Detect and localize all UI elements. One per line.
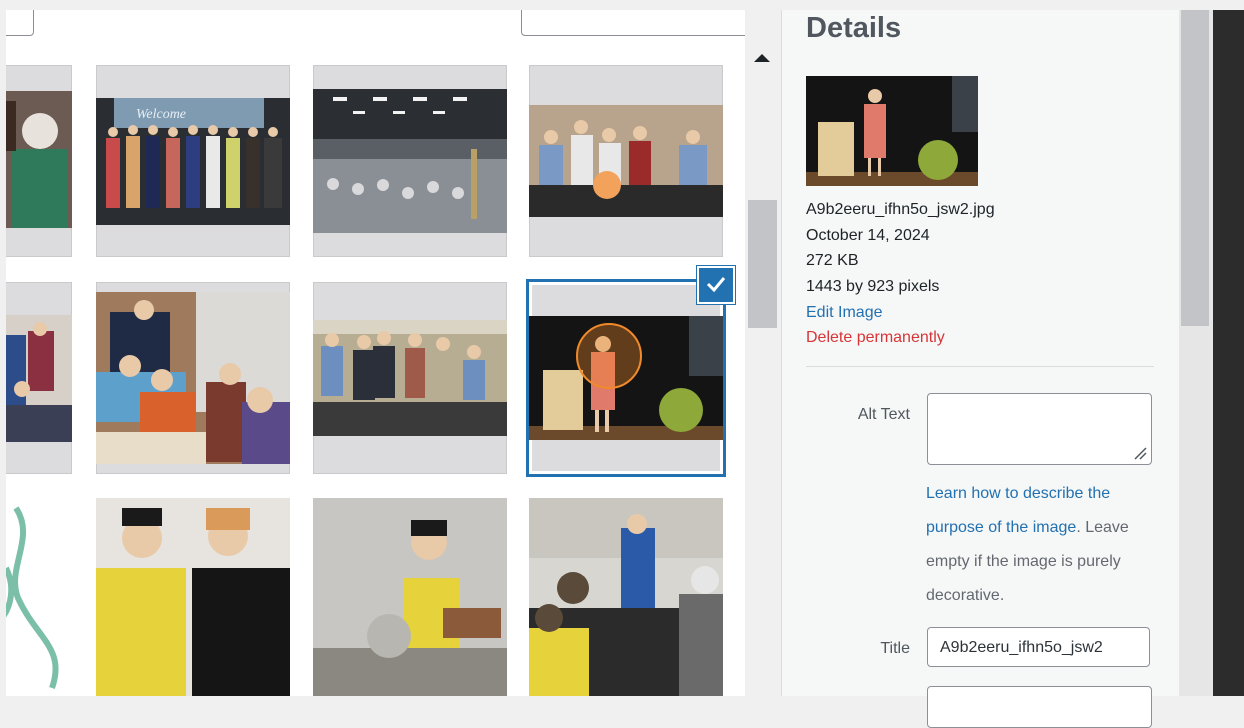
delete-permanently-link[interactable]: Delete permanently bbox=[806, 329, 945, 347]
photo-thumbnail: Welcome bbox=[96, 98, 290, 225]
media-item[interactable] bbox=[96, 282, 290, 474]
media-item[interactable] bbox=[313, 282, 507, 474]
photo-thumbnail bbox=[96, 498, 290, 696]
photo-thumbnail bbox=[529, 498, 723, 696]
upload-date: October 14, 2024 bbox=[806, 227, 930, 244]
media-grid-area: Welcome bbox=[6, 10, 745, 696]
photo-thumbnail bbox=[313, 89, 507, 233]
media-type-filter[interactable] bbox=[6, 10, 34, 36]
media-item[interactable] bbox=[529, 498, 723, 696]
resize-handle-icon[interactable] bbox=[1133, 446, 1147, 460]
top-strip bbox=[0, 0, 1244, 10]
photo-thumbnail bbox=[96, 292, 290, 464]
title-field[interactable]: A9b2eeru_ifhn5o_jsw2 bbox=[927, 627, 1150, 667]
welcome-sign-text: Welcome bbox=[136, 107, 186, 122]
media-item[interactable] bbox=[96, 498, 290, 696]
detail-preview-image bbox=[806, 76, 978, 186]
media-item[interactable] bbox=[6, 498, 72, 696]
details-divider bbox=[806, 366, 1154, 367]
window-edge bbox=[1213, 10, 1244, 696]
media-item[interactable] bbox=[529, 65, 723, 257]
alt-text-field[interactable] bbox=[927, 393, 1152, 465]
details-scroll-thumb[interactable] bbox=[1181, 10, 1209, 326]
alt-text-label: Alt Text bbox=[857, 406, 910, 423]
media-item[interactable] bbox=[313, 65, 507, 257]
media-item[interactable] bbox=[313, 498, 507, 696]
media-item[interactable] bbox=[6, 282, 72, 474]
caption-field[interactable] bbox=[927, 686, 1152, 728]
photo-thumbnail bbox=[6, 498, 72, 696]
title-label: Title bbox=[880, 640, 910, 657]
media-item[interactable]: Welcome bbox=[96, 65, 290, 257]
file-size: 272 KB bbox=[806, 252, 859, 269]
alt-text-help: Learn how to describe the purpose of the… bbox=[926, 477, 1148, 613]
photo-thumbnail bbox=[529, 316, 723, 440]
photo-thumbnail bbox=[313, 498, 507, 696]
scroll-up-arrow-icon[interactable] bbox=[754, 54, 770, 62]
grid-scrollbar[interactable] bbox=[745, 48, 780, 696]
image-dimensions: 1443 by 923 pixels bbox=[806, 278, 940, 295]
edit-image-link[interactable]: Edit Image bbox=[806, 304, 882, 322]
search-input[interactable] bbox=[521, 10, 745, 36]
file-name: A9b2eeru_ifhn5o_jsw2.jpg bbox=[806, 201, 995, 218]
photo-thumbnail bbox=[313, 320, 507, 436]
media-item-selected[interactable] bbox=[529, 282, 723, 474]
selected-checkmark-icon[interactable] bbox=[697, 266, 735, 304]
photo-thumbnail bbox=[6, 315, 72, 442]
photo-thumbnail bbox=[6, 91, 72, 228]
details-heading: Details bbox=[806, 12, 902, 44]
photo-thumbnail bbox=[529, 105, 723, 217]
media-item[interactable] bbox=[6, 65, 72, 257]
scroll-thumb[interactable] bbox=[748, 200, 777, 328]
